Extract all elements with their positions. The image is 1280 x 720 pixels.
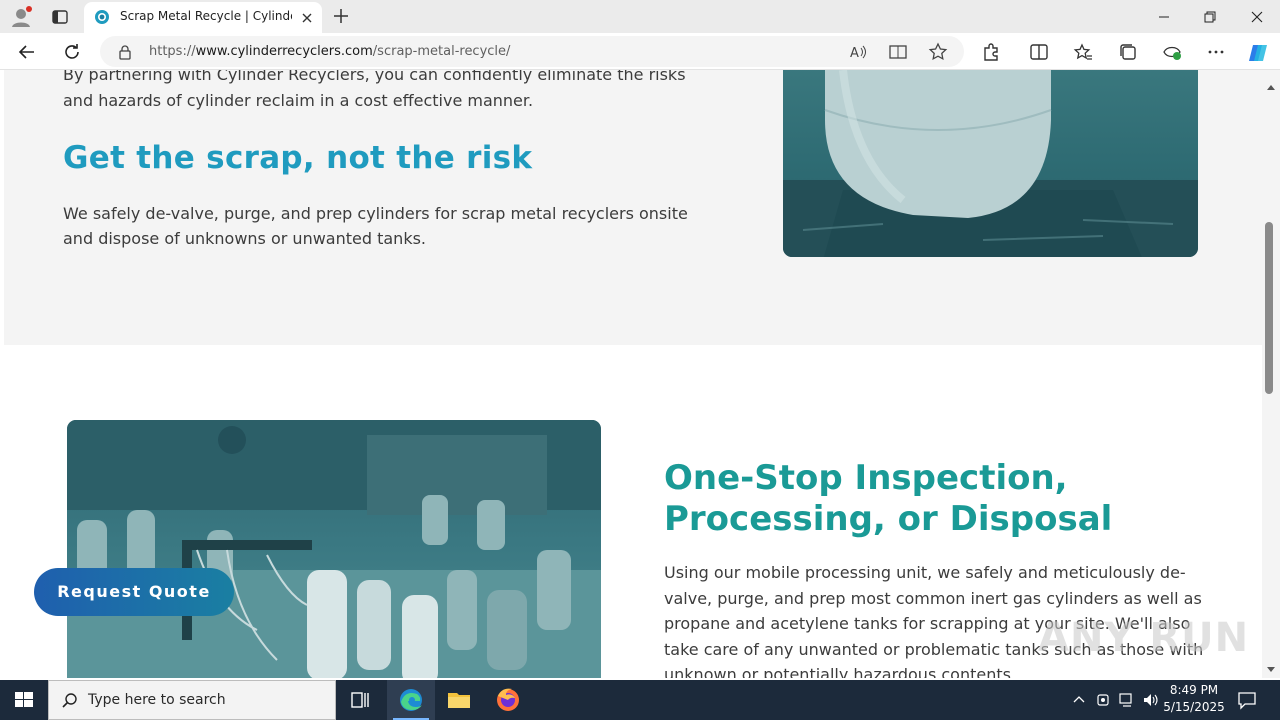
edge-icon[interactable] [387,680,435,720]
back-icon[interactable] [15,40,39,64]
active-tab[interactable]: Scrap Metal Recycle | Cylinder Pr [84,2,322,33]
favorite-star-icon[interactable] [928,42,948,62]
device-icon[interactable] [1095,690,1111,714]
collections-icon[interactable] [1116,40,1140,64]
immersive-reader-icon[interactable] [888,42,908,62]
scrollbar-thumb[interactable] [1265,222,1273,394]
browser-tab-strip: Scrap Metal Recycle | Cylinder Pr [0,0,1280,33]
onestop-heading: One-Stop Inspection, Processing, or Disp… [664,458,1113,539]
lock-icon[interactable] [118,44,132,64]
address-bar[interactable]: https://www.cylinderrecyclers.com/scrap-… [100,36,964,67]
profile-icon[interactable] [10,6,32,28]
network-icon[interactable] [1118,690,1136,714]
file-explorer-icon[interactable] [435,680,483,720]
split-screen-icon[interactable] [1027,40,1051,64]
favorites-icon[interactable] [1071,40,1095,64]
tab-actions-icon[interactable] [50,7,70,27]
chevron-up-icon[interactable] [1071,690,1087,714]
scroll-down-icon[interactable] [1266,659,1276,678]
volume-icon[interactable] [1142,690,1160,714]
window-close-icon[interactable] [1234,0,1280,33]
tab-title: Scrap Metal Recycle | Cylinder Pr [120,9,292,23]
intro-paragraph: By partnering with Cylinder Recyclers, y… [63,70,686,110]
search-icon [61,692,79,714]
clock-time: 8:49 PM [1169,683,1219,697]
performance-icon[interactable] [1160,40,1184,64]
taskbar-clock[interactable]: 8:49 PM 5/15/2025 [1160,682,1228,716]
firefox-icon[interactable] [484,680,532,720]
notification-icon[interactable] [1236,690,1258,714]
refresh-icon[interactable] [60,40,84,64]
plus-icon[interactable] [331,6,351,26]
copilot-icon[interactable] [1246,40,1270,64]
minimize-icon[interactable] [1141,0,1187,33]
search-placeholder: Type here to search [88,692,226,708]
request-quote-button[interactable]: Request Quote [34,568,234,616]
scrap-paragraph: We safely de-valve, purge, and prep cyli… [63,204,688,248]
extensions-icon[interactable] [979,40,1003,64]
scrap-heading: Get the scrap, not the risk [63,140,533,176]
watermark-logo: ANY RUN [1038,615,1250,661]
task-view-icon[interactable] [336,680,384,720]
close-icon[interactable] [300,10,314,24]
windows-start-icon[interactable] [0,680,48,720]
svg-text:A: A [850,46,859,61]
browser-toolbar: https://www.cylinderrecyclers.com/scrap-… [0,33,1280,70]
clock-date: 5/15/2025 [1163,700,1225,714]
cylinders-photo [67,420,601,678]
page-viewport: By partnering with Cylinder Recyclers, y… [0,70,1280,678]
scroll-up-icon[interactable] [1266,76,1276,95]
site-favicon [94,9,110,25]
taskbar-search-box[interactable]: Type here to search [48,680,336,720]
read-aloud-icon[interactable]: A [848,42,868,62]
maximize-icon[interactable] [1187,0,1233,33]
windows-taskbar: Type here to search 8:49 PM 5/15/2025 [0,680,1280,720]
url-text[interactable]: https://www.cylinderrecyclers.com/scrap-… [149,44,510,59]
more-icon[interactable] [1204,40,1228,64]
tank-photo [783,70,1198,257]
page-scrollbar[interactable] [1262,70,1280,678]
